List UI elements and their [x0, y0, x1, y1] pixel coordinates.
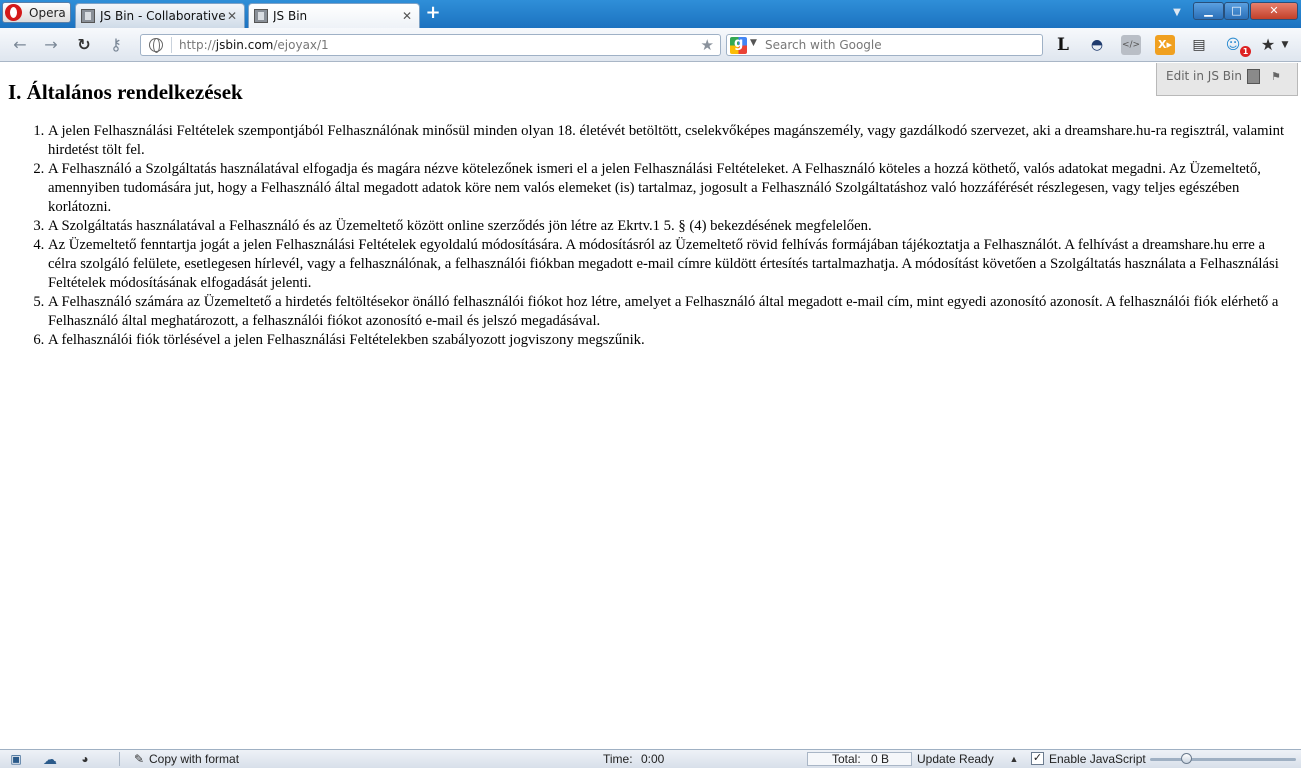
l-extension-icon[interactable]: L [1053, 35, 1073, 55]
search-input[interactable]: Search with Google [765, 38, 882, 52]
minimize-button[interactable]: ▁ [1193, 2, 1224, 20]
status-bar: ▣ ☁ ◕ ✎ Copy with format Time: 0:00 Tota… [0, 749, 1301, 768]
back-arrow-icon[interactable]: ← [9, 35, 31, 55]
orange-extension-icon[interactable]: X▸ [1155, 35, 1175, 55]
opera-menu-button[interactable]: Opera [2, 2, 71, 23]
window-extension-icon[interactable]: ▤ [1189, 35, 1209, 55]
edit-in-jsbin-link[interactable]: Edit in JS Bin [1166, 69, 1242, 83]
list-item: A jelen Felhasználási Feltételek szempon… [48, 122, 1293, 160]
opera-logo-icon [5, 4, 22, 21]
chevron-down-icon[interactable]: ▼ [1279, 35, 1291, 55]
bookmarks-star-icon[interactable]: ★ [1258, 35, 1278, 55]
chevron-up-icon[interactable]: ▲ [1006, 752, 1022, 766]
title-bar: Opera JS Bin - Collaborative JavaScript … [0, 0, 1301, 28]
chevron-down-icon[interactable]: ▼ [750, 38, 757, 48]
pen-icon: ✎ [133, 752, 145, 766]
flag-icon[interactable]: ⚑ [1271, 70, 1281, 83]
cloud-icon[interactable]: ☁ [42, 752, 58, 766]
maximize-button[interactable]: □ [1224, 2, 1249, 20]
forward-arrow-icon[interactable]: → [40, 35, 62, 55]
total-value: 0 B [871, 752, 890, 766]
copy-with-format-button[interactable]: Copy with format [149, 752, 239, 766]
time-value: 0:00 [641, 752, 665, 766]
close-window-button[interactable]: ✕ [1250, 2, 1298, 20]
turbo-gauge-icon[interactable]: ◕ [77, 752, 93, 766]
tab-jsbin[interactable]: JS Bin ✕ [248, 3, 420, 28]
zoom-slider-thumb[interactable] [1180, 753, 1192, 764]
new-tab-button[interactable]: + [424, 4, 442, 23]
opera-menu-label: Opera [29, 5, 66, 20]
zoom-slider[interactable] [1150, 758, 1296, 761]
bookmark-star-icon[interactable]: ★ [701, 36, 714, 54]
time-label: Time: [603, 752, 633, 766]
address-field[interactable]: http://jsbin.com/ejoyax/1 ★ [140, 34, 721, 56]
tab-title: JS Bin [273, 9, 308, 23]
list-item: A Felhasználó számára az Üzemeltető a hi… [48, 293, 1293, 331]
enable-javascript-checkbox[interactable]: ✓ [1031, 752, 1044, 765]
tab-jsbin-collaborative[interactable]: JS Bin - Collaborative JavaScript Debugg… [75, 3, 245, 28]
jsbin-widget: Edit in JS Bin ⚑ [1156, 63, 1298, 96]
enable-javascript-label: Enable JavaScript [1049, 752, 1146, 766]
globe-icon [149, 38, 163, 53]
jsbin-logo-icon [1247, 69, 1260, 84]
terms-list: A jelen Felhasználási Feltételek szempon… [8, 122, 1293, 350]
code-extension-icon[interactable]: </> [1121, 35, 1141, 55]
tab-list-chevron-icon[interactable]: ▼ [1170, 6, 1184, 20]
tab-close-icon[interactable]: ✕ [225, 9, 239, 23]
reload-icon[interactable]: ↻ [73, 35, 95, 55]
list-item: A felhasználói fiók törlésével a jelen F… [48, 331, 1293, 350]
total-label: Total: [832, 752, 861, 766]
tab-close-icon[interactable]: ✕ [400, 9, 414, 23]
panel-toggle-icon[interactable]: ▣ [8, 752, 24, 766]
page-heading: I. Általános rendelkezések [8, 80, 243, 104]
address-text: http://jsbin.com/ejoyax/1 [179, 38, 329, 52]
update-ready-status[interactable]: Update Ready [917, 752, 994, 766]
tab-title: JS Bin - Collaborative JavaScript Debugg… [100, 9, 225, 23]
speed-dial-icon[interactable]: ◓ [1087, 35, 1107, 55]
list-item: A Szolgáltatás használatával a Felhaszná… [48, 217, 1293, 236]
key-icon[interactable]: ⚷ [105, 35, 127, 55]
jsbin-favicon-icon [81, 9, 95, 23]
search-field[interactable]: ▼ Search with Google [726, 34, 1043, 56]
url-host: jsbin.com [215, 38, 274, 52]
page-content: I. Általános rendelkezések A jelen Felha… [0, 63, 1301, 749]
url-path: /ejoyax/1 [273, 38, 329, 52]
list-item: Az Üzemeltető fenntartja jogát a jelen F… [48, 236, 1293, 293]
list-item: A Felhasználó a Szolgáltatás használatáv… [48, 160, 1293, 217]
url-scheme: http:// [179, 38, 216, 52]
jsbin-favicon-icon [254, 9, 268, 23]
google-icon[interactable] [730, 36, 747, 54]
notification-badge: 1 [1240, 46, 1251, 57]
